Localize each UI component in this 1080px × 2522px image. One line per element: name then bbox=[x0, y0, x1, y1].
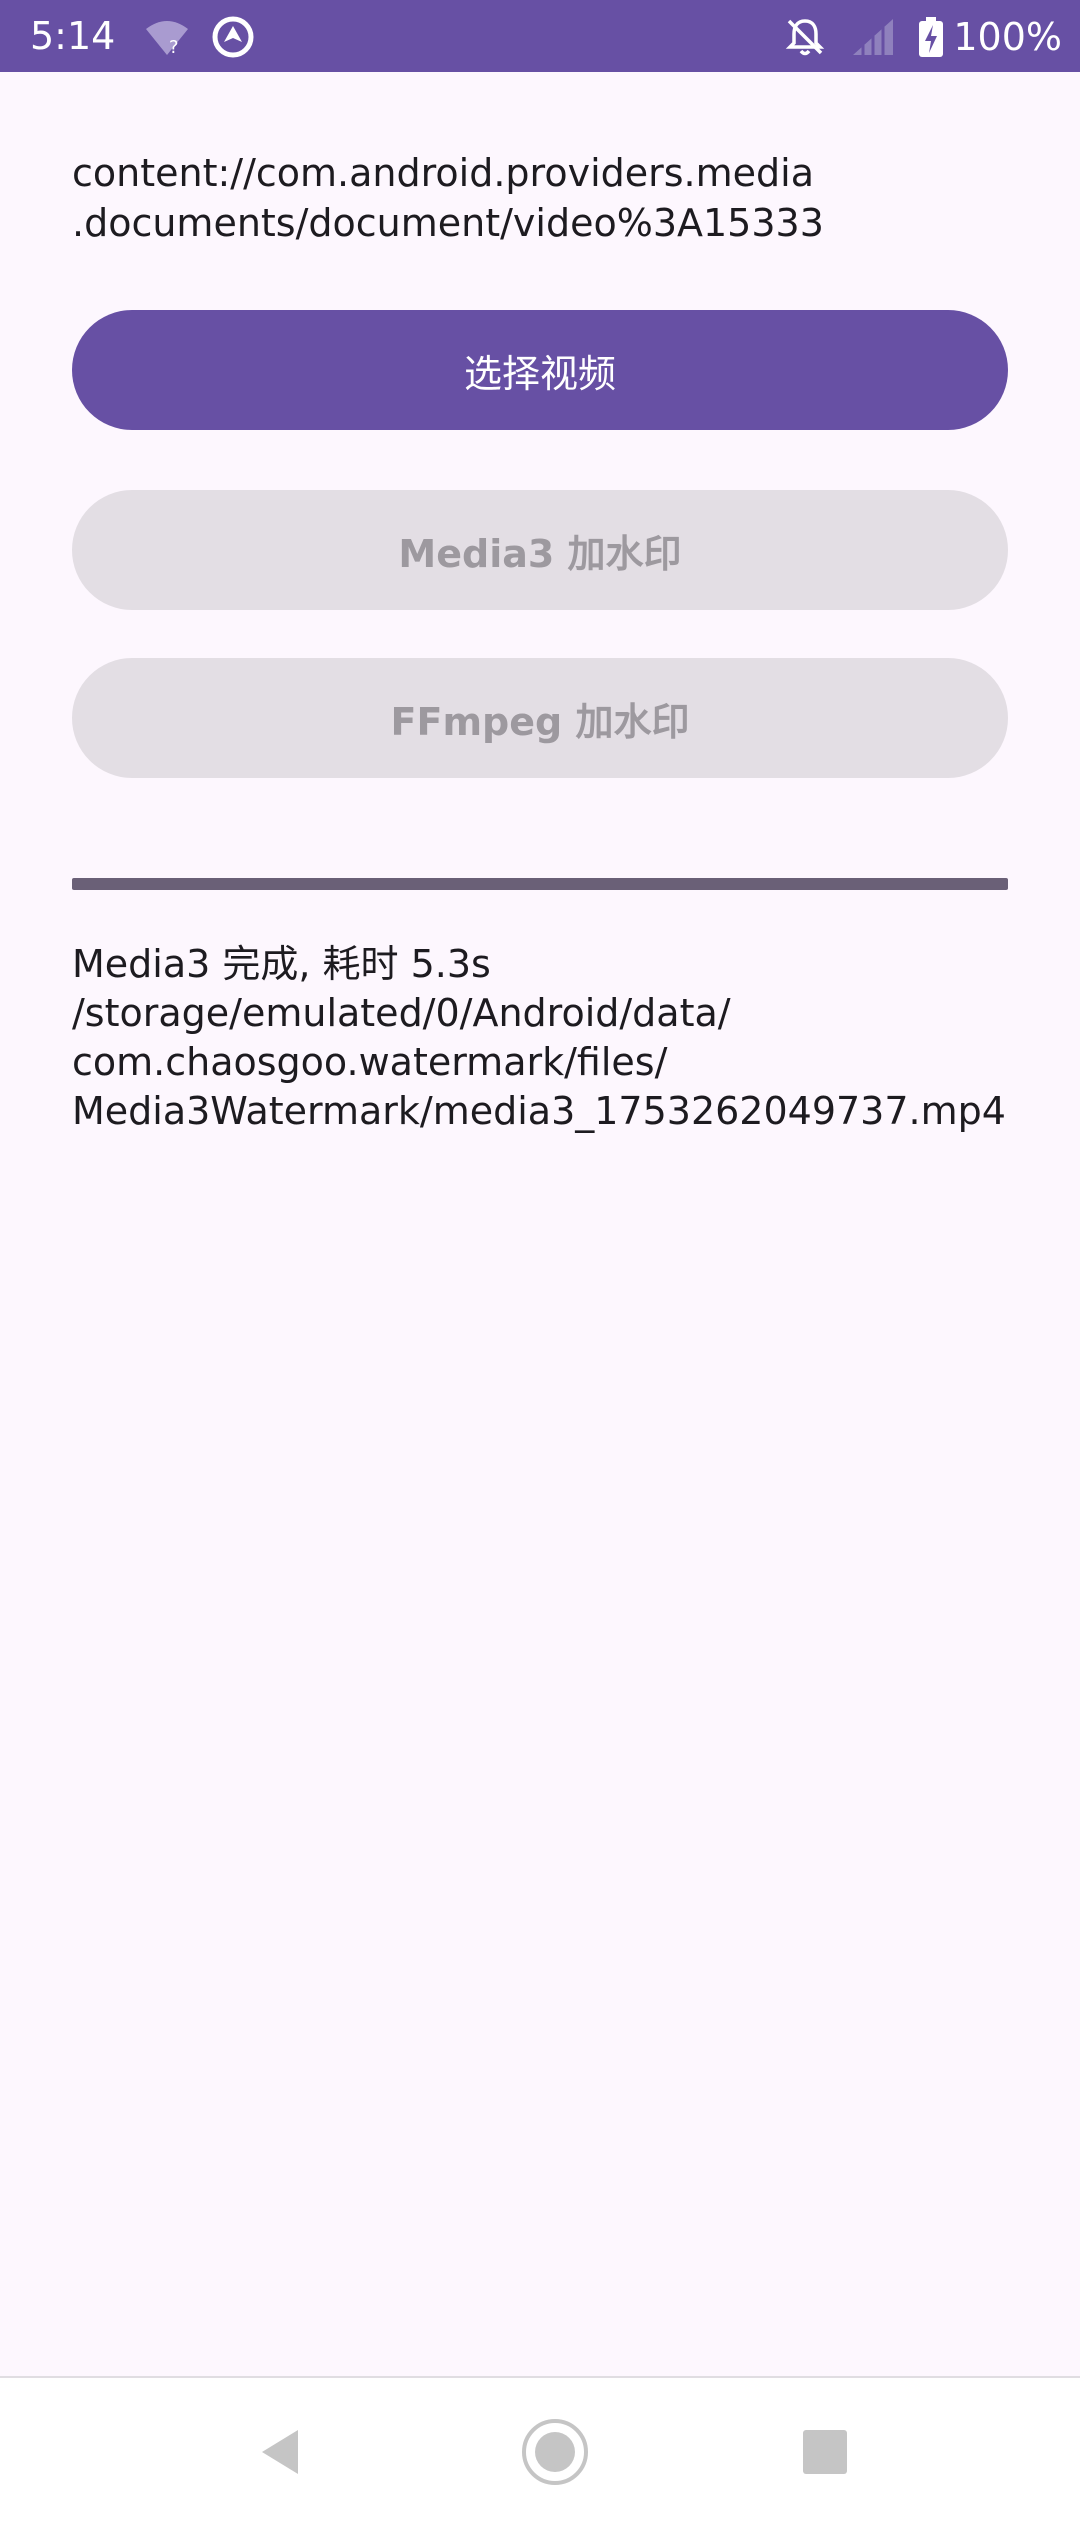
ffmpeg-watermark-button[interactable]: FFmpeg 加水印 bbox=[72, 658, 1008, 778]
result-text: Media3 完成, 耗时 5.3s /storage/emulated/0/A… bbox=[72, 940, 1032, 1136]
signal-icon bbox=[849, 15, 899, 59]
recents-icon[interactable] bbox=[785, 2412, 865, 2492]
status-left-icons: ? bbox=[142, 12, 256, 62]
result-line-path-1: /storage/emulated/0/Android/data/ bbox=[72, 991, 731, 1035]
back-icon[interactable] bbox=[242, 2412, 322, 2492]
progress-bar bbox=[72, 878, 1008, 890]
battery-charging-icon bbox=[917, 15, 945, 59]
svg-text:?: ? bbox=[169, 37, 179, 58]
result-line-status: Media3 完成, 耗时 5.3s bbox=[72, 942, 491, 986]
data-saver-icon bbox=[210, 14, 256, 60]
status-right-icons: 100% bbox=[783, 12, 1062, 62]
wifi-unknown-icon: ? bbox=[142, 15, 192, 59]
result-line-path-2: com.chaosgoo.watermark/files/ bbox=[72, 1040, 668, 1084]
result-line-path-3: Media3Watermark/media3_1753262049737.mp4 bbox=[72, 1089, 1006, 1133]
home-icon[interactable] bbox=[515, 2412, 595, 2492]
navigation-bar bbox=[0, 2376, 1080, 2522]
status-bar: 5:14 ? 100% bbox=[0, 0, 1080, 72]
progress-bar-fill bbox=[72, 878, 1008, 890]
battery-percent: 100% bbox=[953, 15, 1062, 59]
status-time: 5:14 bbox=[30, 14, 116, 58]
media3-watermark-button[interactable]: Media3 加水印 bbox=[72, 490, 1008, 610]
notifications-off-icon bbox=[783, 15, 827, 59]
select-video-button[interactable]: 选择视频 bbox=[72, 310, 1008, 430]
selected-video-uri: content://com.android.providers.media .d… bbox=[72, 151, 824, 245]
